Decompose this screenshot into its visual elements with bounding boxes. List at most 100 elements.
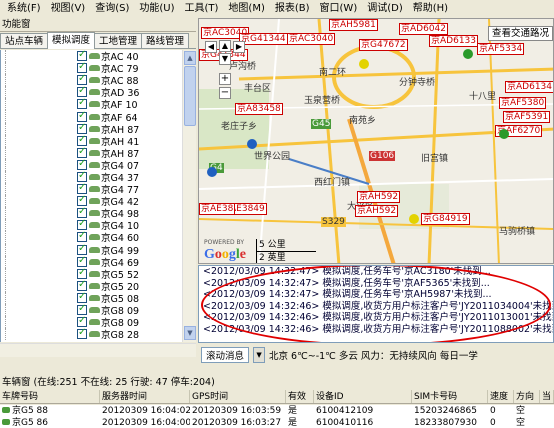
col-plate[interactable]: 车牌号码 [0, 390, 100, 403]
pan-down-icon[interactable]: ▼ [219, 53, 231, 65]
vehicle-plate-marker[interactable]: 京G84919 [421, 213, 470, 225]
vehicle-checkbox[interactable] [77, 146, 87, 158]
vehicle-list-item[interactable]: 京G5 52 [1, 267, 182, 281]
vehicle-plate-marker[interactable]: 京AF5380 [499, 97, 547, 109]
vehicle-pin-icon[interactable] [499, 129, 509, 139]
vehicle-checkbox[interactable] [77, 315, 87, 328]
vehicle-checkbox[interactable] [77, 61, 87, 74]
vehicle-list-item[interactable]: 京AC 79 [1, 61, 182, 75]
vehicle-list-item[interactable]: 京G4 98 [1, 206, 182, 220]
vehicle-checkbox[interactable] [77, 206, 87, 219]
vehicle-checkbox[interactable] [77, 50, 87, 62]
vehicle-plate-marker[interactable]: 京AD6042 [399, 23, 448, 35]
chevron-down-icon[interactable]: ▼ [253, 347, 266, 363]
vehicle-list-item[interactable]: 京G4 42 [1, 194, 182, 208]
vehicle-pin-icon[interactable] [247, 139, 257, 149]
vehicle-plate-marker[interactable]: 京AC3040 [287, 33, 336, 45]
vehicle-checkbox[interactable] [77, 134, 87, 146]
vehicle-checkbox[interactable] [77, 122, 87, 134]
vehicle-checkbox[interactable] [77, 170, 87, 182]
vehicle-list-item[interactable]: 京G4 60 [1, 230, 182, 244]
vehicle-checkbox[interactable] [77, 158, 87, 170]
vehicle-plate-marker[interactable]: 京AD6133 [429, 35, 478, 47]
vehicle-checkbox[interactable] [77, 327, 87, 340]
vehicle-plate-marker[interactable]: 京AH592 [357, 191, 401, 203]
scroll-message-dropdown[interactable]: 滚动消息 [201, 347, 250, 363]
vehicle-list-item[interactable]: 京AD 36 [1, 85, 182, 99]
vehicle-list-scrollbar[interactable]: ▲ ▼ [182, 50, 196, 342]
vehicle-list-item[interactable]: 京AH 87 [1, 146, 182, 160]
pan-left-icon[interactable]: ◀ [205, 41, 217, 53]
vehicle-checkbox[interactable] [77, 267, 87, 279]
col-current[interactable]: 当 [540, 390, 554, 403]
vehicle-plate-marker[interactable]: 京AF5334 [477, 43, 525, 55]
vehicle-plate-marker[interactable]: 京AE38 [199, 203, 236, 215]
vehicle-list-item[interactable]: 京AH 87 [1, 122, 182, 136]
col-device-id[interactable]: 设备ID [314, 390, 412, 403]
vehicle-plate-marker[interactable]: 京AH592 [355, 205, 399, 217]
vehicle-pin-icon[interactable] [409, 214, 419, 224]
zoom-out-icon[interactable]: − [219, 87, 231, 99]
vehicle-plate-marker[interactable]: 京AH5981 [329, 19, 378, 31]
menu-debug[interactable]: 调试(D) [362, 0, 408, 18]
vehicle-plate-marker[interactable]: 京G47672 [359, 39, 408, 51]
vehicle-list-item[interactable]: 京G4 77 [1, 182, 182, 196]
scroll-up-icon[interactable]: ▲ [184, 51, 196, 65]
vehicle-list-item[interactable]: 京G8 28 [1, 327, 182, 341]
vehicle-list-item[interactable]: 京AC 88 [1, 73, 182, 87]
menu-report[interactable]: 报表(B) [270, 0, 315, 18]
vehicle-checkbox[interactable] [77, 194, 87, 207]
vehicle-list-item[interactable]: 京G5 08 [1, 291, 182, 305]
menu-function[interactable]: 功能(U) [134, 0, 179, 18]
col-direction[interactable]: 方向 [514, 390, 540, 403]
map-view[interactable]: 卢沟桥 丰台区 南二环 玉泉营桥 分钟寺桥 十八里 老庄子乡 世界公园 南苑乡 … [198, 18, 554, 264]
menu-query[interactable]: 查询(S) [90, 0, 134, 18]
traffic-view-button[interactable]: 查看交通路况 [487, 26, 553, 41]
vehicle-plate-marker[interactable]: 京AF5391 [503, 111, 551, 123]
vehicle-checkbox[interactable] [77, 243, 87, 255]
vehicle-list-item[interactable]: 京AF 10 [1, 97, 182, 111]
vehicle-checkbox[interactable] [77, 85, 87, 98]
tab-site-management[interactable]: 工地管理 [94, 33, 143, 48]
zoom-in-icon[interactable]: + [219, 73, 231, 85]
vehicle-list-item[interactable]: 京G8 09 [1, 303, 182, 317]
col-gps-time[interactable]: GPS时间 [190, 390, 286, 403]
tab-route-management[interactable]: 路线管理 [141, 33, 190, 48]
menu-window[interactable]: 窗口(W) [315, 0, 363, 18]
vehicle-checkbox[interactable] [77, 230, 87, 243]
menu-map[interactable]: 地图(M) [223, 0, 269, 18]
vehicle-list-item[interactable]: 京AF 64 [1, 110, 182, 124]
col-server-time[interactable]: 服务器时间 [100, 390, 190, 403]
tab-simulated-dispatch[interactable]: 模拟调度 [47, 32, 96, 49]
col-speed[interactable]: 速度 [488, 390, 514, 403]
vehicle-pin-icon[interactable] [207, 167, 217, 177]
vehicle-plate-marker[interactable]: 京A83458 [235, 103, 283, 115]
menu-system[interactable]: 系统(F) [2, 0, 46, 18]
vehicle-list-item[interactable]: 京G4 10 [1, 218, 182, 232]
vehicle-pin-icon[interactable] [359, 59, 369, 69]
function-panel-hscroll[interactable] [0, 343, 196, 357]
menu-help[interactable]: 帮助(H) [408, 0, 453, 18]
vehicle-checkbox[interactable] [77, 279, 87, 291]
vehicle-checkbox[interactable] [77, 110, 87, 122]
vehicle-checkbox[interactable] [77, 73, 87, 86]
pan-right-icon[interactable]: ▶ [233, 41, 245, 53]
vehicle-list-item[interactable]: 京G4 99 [1, 243, 182, 257]
scroll-thumb[interactable] [184, 66, 196, 126]
table-row[interactable]: 京G5 88 20120309 16:04:02 20120309 16:03:59… [0, 405, 554, 417]
menu-tools[interactable]: 工具(T) [180, 0, 224, 18]
vehicle-checkbox[interactable] [77, 218, 87, 231]
menu-view[interactable]: 视图(V) [46, 0, 91, 18]
vehicle-checkbox[interactable] [77, 182, 87, 195]
vehicle-list-item[interactable]: 京G5 20 [1, 279, 182, 293]
scroll-down-icon[interactable]: ▼ [184, 326, 196, 340]
pan-up-icon[interactable]: ▲ [219, 40, 231, 52]
table-row[interactable]: 京G5 86 20120309 16:04:00 20120309 16:03:27… [0, 417, 554, 428]
vehicle-checkbox[interactable] [77, 303, 87, 316]
tab-site-vehicles[interactable]: 站点车辆 [0, 33, 49, 48]
vehicle-list-item[interactable]: 京G4 07 [1, 158, 182, 172]
vehicle-list-item[interactable]: 京G4 37 [1, 170, 182, 184]
vehicle-checkbox[interactable] [77, 97, 87, 110]
vehicle-list-item[interactable]: 京AH 41 [1, 134, 182, 148]
col-valid[interactable]: 有效 [286, 390, 314, 403]
